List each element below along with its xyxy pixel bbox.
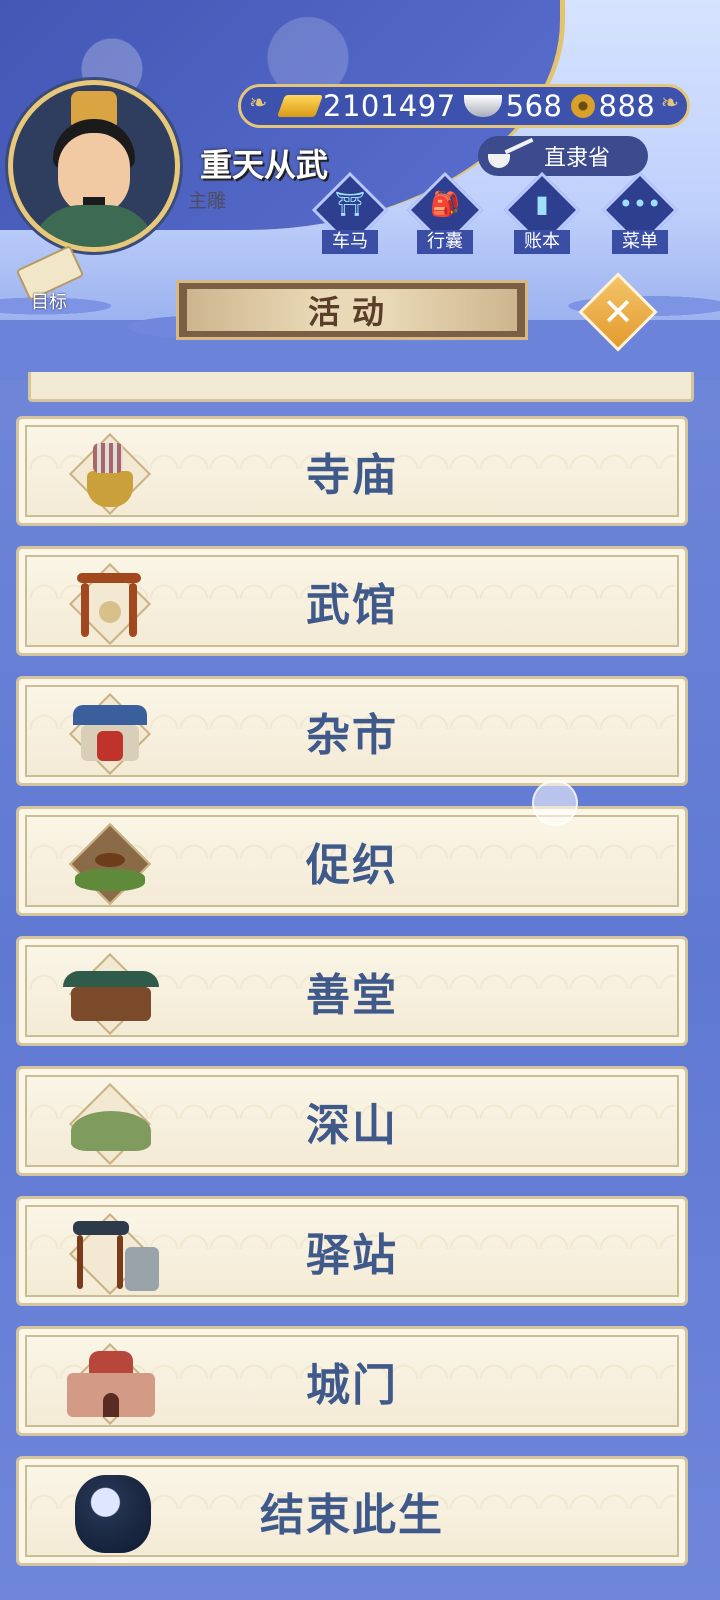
page-title: 活动 [307,293,396,331]
robe [31,205,157,247]
player-name: 重天从武 [200,146,329,184]
coin-amount: 888 [598,89,656,123]
list-item-post-station[interactable]: 驿站 [16,1196,688,1306]
bamboo-leaf-icon: ❧ [249,91,268,116]
list-item-martial-hall[interactable]: 武馆 [16,546,688,656]
menu-more-button[interactable]: ••• 菜单 [600,171,680,258]
list-item-cricket[interactable]: 促织 [16,806,688,916]
touch-indicator [532,780,578,826]
currency-bar: ❧ 2101497 568 888 ❧ [238,84,690,128]
target-button[interactable]: 目标 [14,244,85,320]
silver-amount: 568 [505,89,563,123]
copper-coin-icon [570,94,595,118]
menu-bag-button[interactable]: 🎒 行囊 [405,171,485,258]
menu-ledger-button[interactable]: ▮ 账本 [502,171,582,258]
close-icon: ✕ [602,290,634,334]
list-item-market[interactable]: 杂市 [16,676,688,786]
player-subtitle: 主雕 [188,190,227,212]
avatar[interactable] [8,80,180,252]
silver-ingot-icon [463,95,502,117]
list-item-temple[interactable]: 寺庙 [16,416,688,526]
inkstone-brush-icon [488,144,534,168]
gold-amount: 2101497 [323,89,456,123]
menu-carriage-button[interactable]: ⛩ 车马 [310,171,390,258]
list-item-charity-hall[interactable]: 善堂 [16,936,688,1046]
more-icon: ••• [618,190,662,218]
ledger-icon: ▮ [535,190,549,218]
location-label: 直隶省 [544,146,611,171]
bag-icon: 🎒 [430,190,460,218]
bamboo-leaf-icon: ❧ [660,91,679,116]
gold-ingot-icon [276,95,324,117]
carriage-icon: ⛩ [334,190,366,218]
list-item-deep-mountain[interactable]: 深山 [16,1066,688,1176]
location-button[interactable]: 直隶省 [478,136,648,176]
list-item-partial [28,372,694,402]
activity-title-plate: 活动 [176,280,528,340]
list-item-city-gate[interactable]: 城门 [16,1326,688,1436]
list-item-end-life[interactable]: 结束此生 [16,1456,688,1566]
activity-list: 寺庙 武馆 杂市 促织 善堂 深山 驿站 城门 结束此生 [0,372,720,1600]
